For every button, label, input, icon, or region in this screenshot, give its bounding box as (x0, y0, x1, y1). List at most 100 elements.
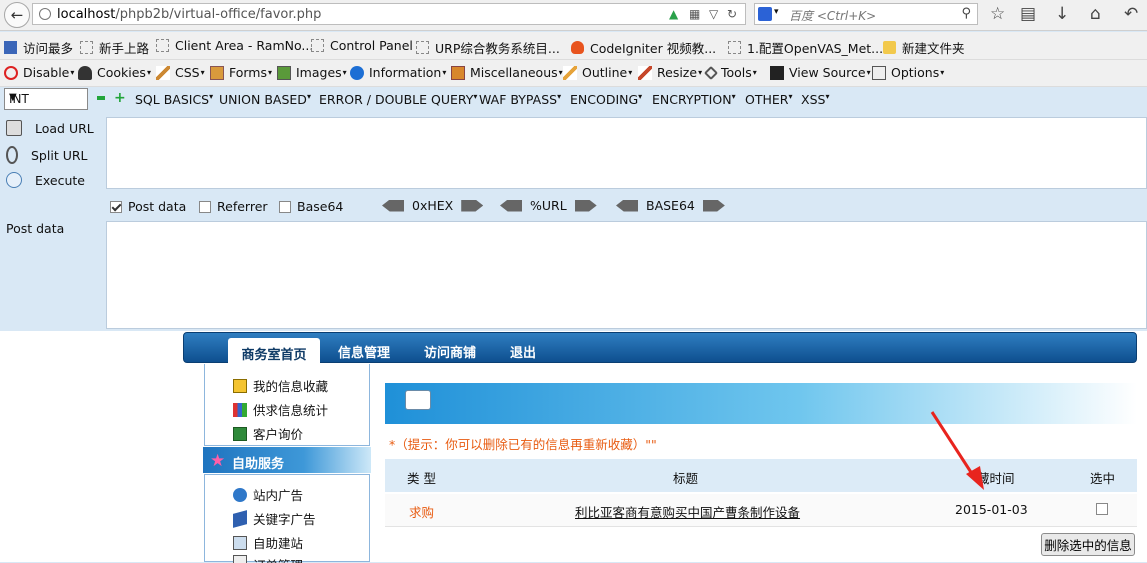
star-icon: ★ (210, 451, 226, 471)
split-url-button[interactable]: Split URL (6, 146, 88, 164)
menu-my-favorites[interactable]: 我的信息收藏 (233, 376, 328, 395)
wd-options[interactable]: Options ▾ (872, 65, 944, 80)
plus-icon[interactable]: + (114, 90, 126, 106)
bookmark-item[interactable]: CodeIgniter 视频教... (571, 38, 716, 57)
post-data-checkbox[interactable] (110, 200, 122, 213)
wd-information[interactable]: Information ▾ (350, 65, 446, 80)
download-icon[interactable]: ↓ (1055, 4, 1069, 24)
menu-site-ads[interactable]: 站内广告 (233, 485, 303, 504)
decode-arrow-icon[interactable] (574, 199, 597, 212)
table-row: 求购 利比亚客商有意购买中国产曹条制作设备 2015-01-03 (385, 494, 1137, 527)
clipboard-icon (210, 65, 224, 80)
wd-disable[interactable]: Disable ▾ (4, 65, 74, 80)
info-icon (350, 65, 364, 80)
hex-encoder[interactable]: 0xHEX (382, 198, 484, 213)
base64-option[interactable]: Base64 (279, 199, 343, 214)
decode-arrow-icon[interactable] (702, 199, 725, 212)
star-icon[interactable]: ☆ (990, 4, 1005, 24)
wd-css[interactable]: CSS ▾ (156, 65, 205, 80)
menu-error-double-query[interactable]: ERROR / DOUBLE QUERY▾ (319, 92, 477, 107)
encode-arrow-icon[interactable] (616, 199, 638, 212)
referrer-option[interactable]: Referrer (199, 199, 268, 214)
reload-icon[interactable]: ↻ (727, 7, 737, 21)
wd-miscellaneous[interactable]: Miscellaneous ▾ (451, 65, 563, 80)
no-entry-icon (4, 65, 18, 80)
qr-icon[interactable]: ▦ (689, 7, 700, 21)
arrow-shaft (930, 411, 978, 481)
encode-arrow-icon[interactable] (382, 199, 404, 212)
menu-sql-basics[interactable]: SQL BASICS▾ (135, 92, 213, 107)
menu-waf-bypass[interactable]: WAF BYPASS▾ (479, 92, 561, 107)
hackbar-options: Post data Referrer Base64 0xHEX %URL BAS… (106, 190, 1147, 220)
base64-encoder[interactable]: BASE64 (616, 198, 725, 213)
menu-customer-inquiry[interactable]: 客户询价 (233, 424, 303, 443)
url-encoder[interactable]: %URL (500, 198, 597, 213)
wd-forms[interactable]: Forms ▾ (210, 65, 272, 80)
bookmark-item[interactable]: Client Area - RamNo... (156, 38, 313, 53)
post-data-label: Post data (6, 221, 65, 236)
dropdown-icon[interactable]: ▽ (709, 7, 718, 21)
window-icon (233, 535, 247, 550)
bookmark-item[interactable]: Control Panel (311, 38, 413, 53)
menu-supply-stats[interactable]: 供求信息统计 (233, 400, 328, 419)
int-select[interactable]: INT ▼ (4, 88, 88, 110)
tab-info-management[interactable]: 信息管理 (338, 342, 390, 361)
search-dropdown-icon[interactable]: ▾ (774, 7, 779, 17)
minus-icon[interactable] (97, 96, 105, 100)
bookmark-item[interactable]: 新手上路 (80, 38, 149, 57)
url-bar[interactable]: localhost/phpb2b/virtual-office/favor.ph… (32, 3, 746, 25)
bookmark-item[interactable]: 1.配置OpenVAS_Met... (728, 38, 883, 57)
post-data-option[interactable]: Post data (110, 199, 186, 214)
search-icon[interactable]: ⚲ (961, 6, 971, 21)
wd-cookies[interactable]: Cookies ▾ (78, 65, 151, 80)
bookmark-item[interactable]: URP综合教务系统目... (416, 38, 560, 57)
site-main-nav: 商务室首页 信息管理 访问商铺 退出 (183, 332, 1137, 368)
menu-self-build-site[interactable]: 自助建站 (233, 533, 303, 552)
undo-icon[interactable]: ↶ (1124, 4, 1138, 24)
referrer-checkbox[interactable] (199, 200, 211, 213)
row-title-link[interactable]: 利比亚客商有意购买中国产曹条制作设备 (575, 502, 800, 521)
wd-images[interactable]: Images ▾ (277, 65, 347, 80)
shield-icon[interactable]: ▲ (669, 7, 678, 21)
inquiry-icon (233, 426, 247, 441)
reading-list-icon[interactable]: ▤ (1020, 4, 1036, 24)
encode-arrow-icon[interactable] (500, 199, 522, 212)
execute-button[interactable]: Execute (6, 172, 85, 188)
hint-text: *（提示：你可以删除已有的信息再重新收藏）"" (389, 437, 657, 452)
menu-union-based[interactable]: UNION BASED▾ (219, 92, 311, 107)
load-url-button[interactable]: Load URL (6, 120, 94, 136)
row-select-checkbox[interactable] (1096, 503, 1108, 515)
page-left-margin (0, 331, 184, 562)
post-data-textarea[interactable] (106, 221, 1147, 329)
delete-selected-button[interactable]: 删除选中的信息 (1041, 533, 1135, 556)
menu-encryption[interactable]: ENCRYPTION▾ (652, 92, 736, 107)
menu-other[interactable]: OTHER▾ (745, 92, 792, 107)
back-arrow-icon[interactable]: ← (4, 2, 30, 28)
bookmark-item[interactable]: 新建文件夹 (883, 38, 965, 57)
menu-encoding[interactable]: ENCODING▾ (570, 92, 642, 107)
url-text[interactable]: localhost/phpb2b/virtual-office/favor.ph… (57, 7, 321, 22)
wd-view-source[interactable]: View Source ▾ (770, 65, 871, 80)
bookmark-item[interactable]: 访问最多 (4, 38, 73, 57)
home-icon[interactable]: ⌂ (1090, 4, 1101, 24)
tab-logout[interactable]: 退出 (510, 342, 536, 361)
tab-visit-shop[interactable]: 访问商铺 (424, 342, 476, 361)
wd-resize[interactable]: Resize ▾ (638, 65, 702, 80)
decode-arrow-icon[interactable] (461, 199, 484, 212)
annotation-arrow (930, 411, 984, 490)
globe-icon (233, 487, 247, 502)
content-banner (385, 383, 1137, 424)
row-type: 求购 (409, 505, 435, 520)
favorites-icon (233, 378, 247, 393)
menu-xss[interactable]: XSS▾ (801, 92, 829, 107)
url-textarea[interactable] (106, 117, 1147, 189)
wd-outline[interactable]: Outline ▾ (563, 65, 632, 80)
base64-checkbox[interactable] (279, 200, 291, 213)
menu-box-bottom: 站内广告 关键字广告 自助建站 订单管理 (204, 474, 370, 563)
search-bar[interactable]: ▾ 百度 <Ctrl+K> ⚲ (754, 3, 978, 25)
baidu-paw-icon[interactable] (758, 7, 772, 21)
menu-keyword-ads[interactable]: 关键字广告 (233, 509, 316, 528)
misc-icon (451, 65, 465, 80)
page-icon (80, 41, 93, 54)
wd-tools[interactable]: Tools ▾ (703, 65, 757, 80)
